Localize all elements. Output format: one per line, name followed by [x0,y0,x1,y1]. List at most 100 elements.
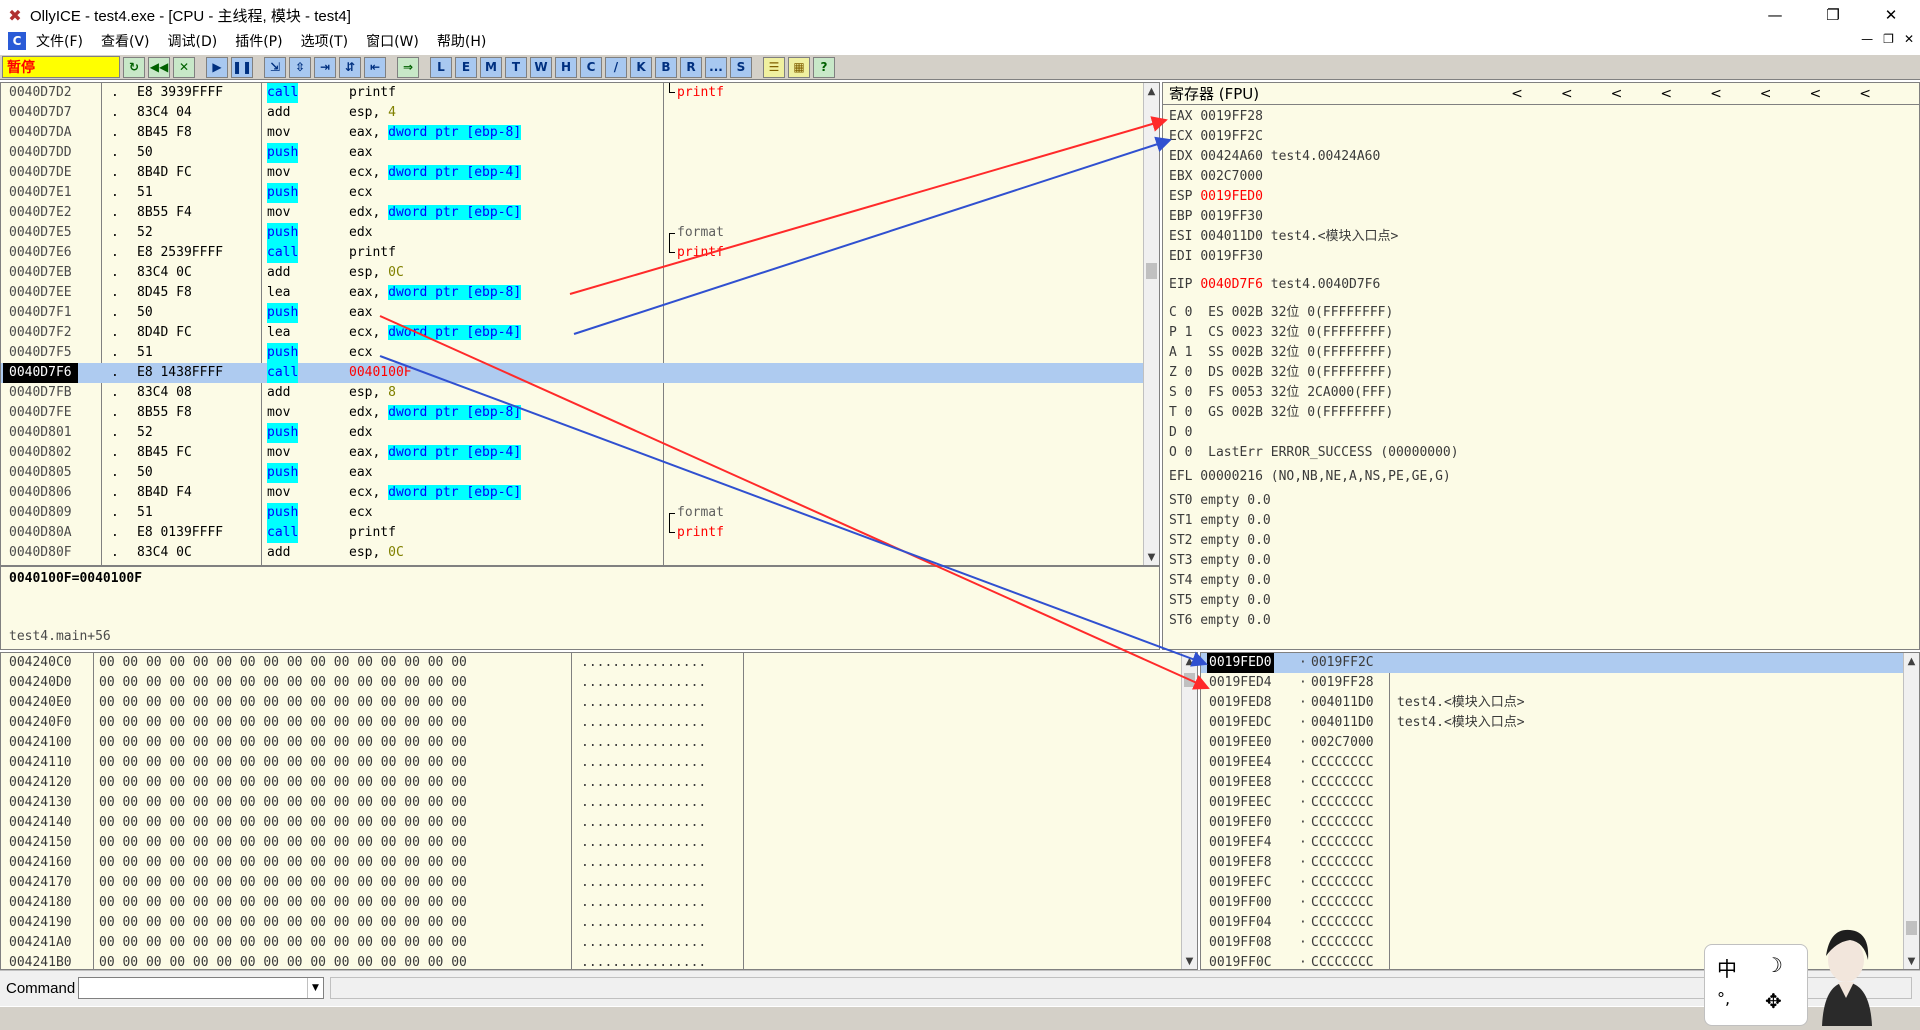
dump-row[interactable]: 004240D0 00 00 00 00 00 00 00 00 00 00 00… [1,673,1197,693]
chevron-down-icon[interactable]: ▼ [307,978,323,998]
disassembly-row[interactable]: 0040D7F6. E8 1438FFFF call 0040100F [1,363,1159,383]
disassembly-row[interactable]: 0040D7FB. 83C4 08 add esp, 8 [1,383,1159,403]
rewind-button[interactable]: ◀◀ [148,56,170,78]
scroll-down-icon[interactable]: ▼ [1144,549,1159,565]
menu-file[interactable]: 文件(F) [36,31,83,51]
flag-segment-line[interactable]: C 0 ES 002B 32位 0(FFFFFFFF) [1169,303,1393,323]
callstack-window-button[interactable]: K [630,56,652,78]
pause-button[interactable]: ❚❚ [231,56,253,78]
fpu-register[interactable]: ST3 empty 0.0 [1169,551,1271,571]
register-edi[interactable]: EDI 0019FF30 [1169,247,1271,267]
fpu-register[interactable]: ST2 empty 0.0 [1169,531,1271,551]
disassembly-row[interactable]: 0040D801. 52 push edx [1,423,1159,443]
patches-window-button[interactable]: / [605,56,627,78]
fpu-register[interactable]: ST6 empty 0.0 [1169,611,1271,631]
help-button[interactable]: ? [813,56,835,78]
disassembly-row[interactable]: 0040D7D7. 83C4 04 add esp, 4 [1,103,1159,123]
stack-row[interactable]: 0019FED0 · 0019FF2C [1201,653,1919,673]
handles-window-button[interactable]: H [555,56,577,78]
minimize-button[interactable]: — [1746,0,1804,30]
disassembly-scrollbar[interactable]: ▲ ▼ [1143,83,1159,565]
run-trace-window-button[interactable]: ... [705,56,727,78]
disassembly-row[interactable]: 0040D809. 51 push ecx format [1,503,1159,523]
register-edx[interactable]: EDX 00424A60 test4.00424A60 [1169,147,1380,167]
register-ecx[interactable]: ECX 0019FF2C [1169,127,1271,147]
registers-pane[interactable]: 寄存器 (FPU) <<<<<<<< EAX 0019FF28 ECX 0019… [1162,82,1920,650]
disassembly-row[interactable]: 0040D805. 50 push eax [1,463,1159,483]
ime-punctuation-icon[interactable]: °, [1717,989,1730,1008]
registers-nav-arrows[interactable]: <<<<<<<< [1511,83,1909,105]
log-window-button[interactable]: L [430,56,452,78]
mdi-minimize-button[interactable]: — [1861,32,1873,46]
fpu-register[interactable]: ST4 empty 0.0 [1169,571,1271,591]
menu-help[interactable]: 帮助(H) [437,31,486,51]
disassembly-row[interactable]: 0040D7EB. 83C4 0C add esp, 0C [1,263,1159,283]
menu-plugins[interactable]: 插件(P) [235,31,282,51]
flag-segment-line[interactable]: D 0 [1169,423,1192,443]
memory-window-button[interactable]: M [480,56,502,78]
stack-row[interactable]: 0019FEE0 · 002C7000 [1201,733,1919,753]
restart-button[interactable]: ↻ [123,56,145,78]
disassembly-row[interactable]: 0040D7EE. 8D45 F8 lea eax, dword ptr [ebp-8… [1,283,1159,303]
maximize-button[interactable]: ❐ [1804,0,1862,30]
cpu-window-button[interactable]: C [580,56,602,78]
menu-options[interactable]: 选项(T) [301,31,348,51]
threads-window-button[interactable]: T [505,56,527,78]
disassembly-row[interactable]: 0040D7F1. 50 push eax [1,303,1159,323]
step-over-button[interactable]: ⇳ [289,56,311,78]
dump-row[interactable]: 00424150 00 00 00 00 00 00 00 00 00 00 00… [1,833,1197,853]
dump-row[interactable]: 00424180 00 00 00 00 00 00 00 00 00 00 00… [1,893,1197,913]
register-ebx[interactable]: EBX 002C7000 [1169,167,1271,187]
fpu-register[interactable]: ST5 empty 0.0 [1169,591,1271,611]
flag-segment-line[interactable]: T 0 GS 002B 32位 0(FFFFFFFF) [1169,403,1393,423]
stack-row[interactable]: 0019FEF8 · CCCCCCCC [1201,853,1919,873]
trace-into-button[interactable]: ⇥ [314,56,336,78]
flag-segment-line[interactable]: Z 0 DS 002B 32位 0(FFFFFFFF) [1169,363,1393,383]
dump-row[interactable]: 00424190 00 00 00 00 00 00 00 00 00 00 00… [1,913,1197,933]
disassembly-row[interactable]: 0040D7E1. 51 push ecx [1,183,1159,203]
command-input[interactable]: ▼ [78,977,324,999]
dump-row[interactable]: 004240C0 00 00 00 00 00 00 00 00 00 00 00… [1,653,1197,673]
disassembly-row[interactable]: 0040D7E2. 8B55 F4 mov edx, dword ptr [ebp-C… [1,203,1159,223]
menu-view[interactable]: 查看(V) [101,31,150,51]
disassembly-row[interactable]: 0040D7F2. 8D4D FC lea ecx, dword ptr [ebp-4… [1,323,1159,343]
goto-button[interactable]: ⇒ [397,56,419,78]
register-eax[interactable]: EAX 0019FF28 [1169,107,1271,127]
modules-window-button[interactable]: E [455,56,477,78]
source-window-button[interactable]: S [730,56,752,78]
register-esi[interactable]: ESI 004011D0 test4.<模块入口点> [1169,227,1398,247]
dump-row[interactable]: 004240E0 00 00 00 00 00 00 00 00 00 00 00… [1,693,1197,713]
scroll-up-icon[interactable]: ▲ [1144,83,1159,99]
disassembly-row[interactable]: 0040D806. 8B4D F4 mov ecx, dword ptr [ebp-C… [1,483,1159,503]
ime-skin-icon[interactable]: ✥ [1765,989,1782,1013]
disassembly-row[interactable]: 0040D7FE. 8B55 F8 mov edx, dword ptr [ebp-8… [1,403,1159,423]
dump-row[interactable]: 004240F0 00 00 00 00 00 00 00 00 00 00 00… [1,713,1197,733]
disassembly-row[interactable]: 0040D7D2. E8 3939FFFF call printf printf [1,83,1159,103]
register-eip[interactable]: EIP 0040D7F6 test4.0040D7F6 [1169,275,1380,295]
dump-row[interactable]: 00424110 00 00 00 00 00 00 00 00 00 00 00… [1,753,1197,773]
dump-row[interactable]: 004241B0 00 00 00 00 00 00 00 00 00 00 00… [1,953,1197,969]
stack-scrollbar[interactable]: ▲ ▼ [1903,653,1919,969]
stack-row[interactable]: 0019FEE4 · CCCCCCCC [1201,753,1919,773]
flag-segment-line[interactable]: A 1 SS 002B 32位 0(FFFFFFFF) [1169,343,1393,363]
references-window-button[interactable]: R [680,56,702,78]
registers-header[interactable]: 寄存器 (FPU) <<<<<<<< [1163,83,1919,105]
dump-row[interactable]: 00424100 00 00 00 00 00 00 00 00 00 00 00… [1,733,1197,753]
stack-row[interactable]: 0019FEFC · CCCCCCCC [1201,873,1919,893]
register-efl[interactable]: EFL 00000216 (NO,NB,NE,A,NS,PE,GE,G) [1169,467,1451,487]
stack-row[interactable]: 0019FEF0 · CCCCCCCC [1201,813,1919,833]
dump-scroll-up-icon[interactable]: ▲ [1182,653,1197,669]
close-button[interactable]: ✕ [1862,0,1920,30]
fpu-register[interactable]: ST0 empty 0.0 [1169,491,1271,511]
list-icon[interactable]: ☰ [763,56,785,78]
menu-debug[interactable]: 调试(D) [168,31,218,51]
stack-row[interactable]: 0019FEDC · 004011D0 test4.<模块入口点> [1201,713,1919,733]
fpu-register[interactable]: ST1 empty 0.0 [1169,511,1271,531]
mdi-restore-button[interactable]: ❐ [1883,32,1894,46]
step-into-button[interactable]: ⇲ [264,56,286,78]
dump-row[interactable]: 004241A0 00 00 00 00 00 00 00 00 00 00 00… [1,933,1197,953]
ime-chinese-mode-icon[interactable]: 中 [1717,953,1737,982]
run-button[interactable]: ▶ [206,56,228,78]
close-program-button[interactable]: ✕ [173,56,195,78]
stack-row[interactable]: 0019FEF4 · CCCCCCCC [1201,833,1919,853]
